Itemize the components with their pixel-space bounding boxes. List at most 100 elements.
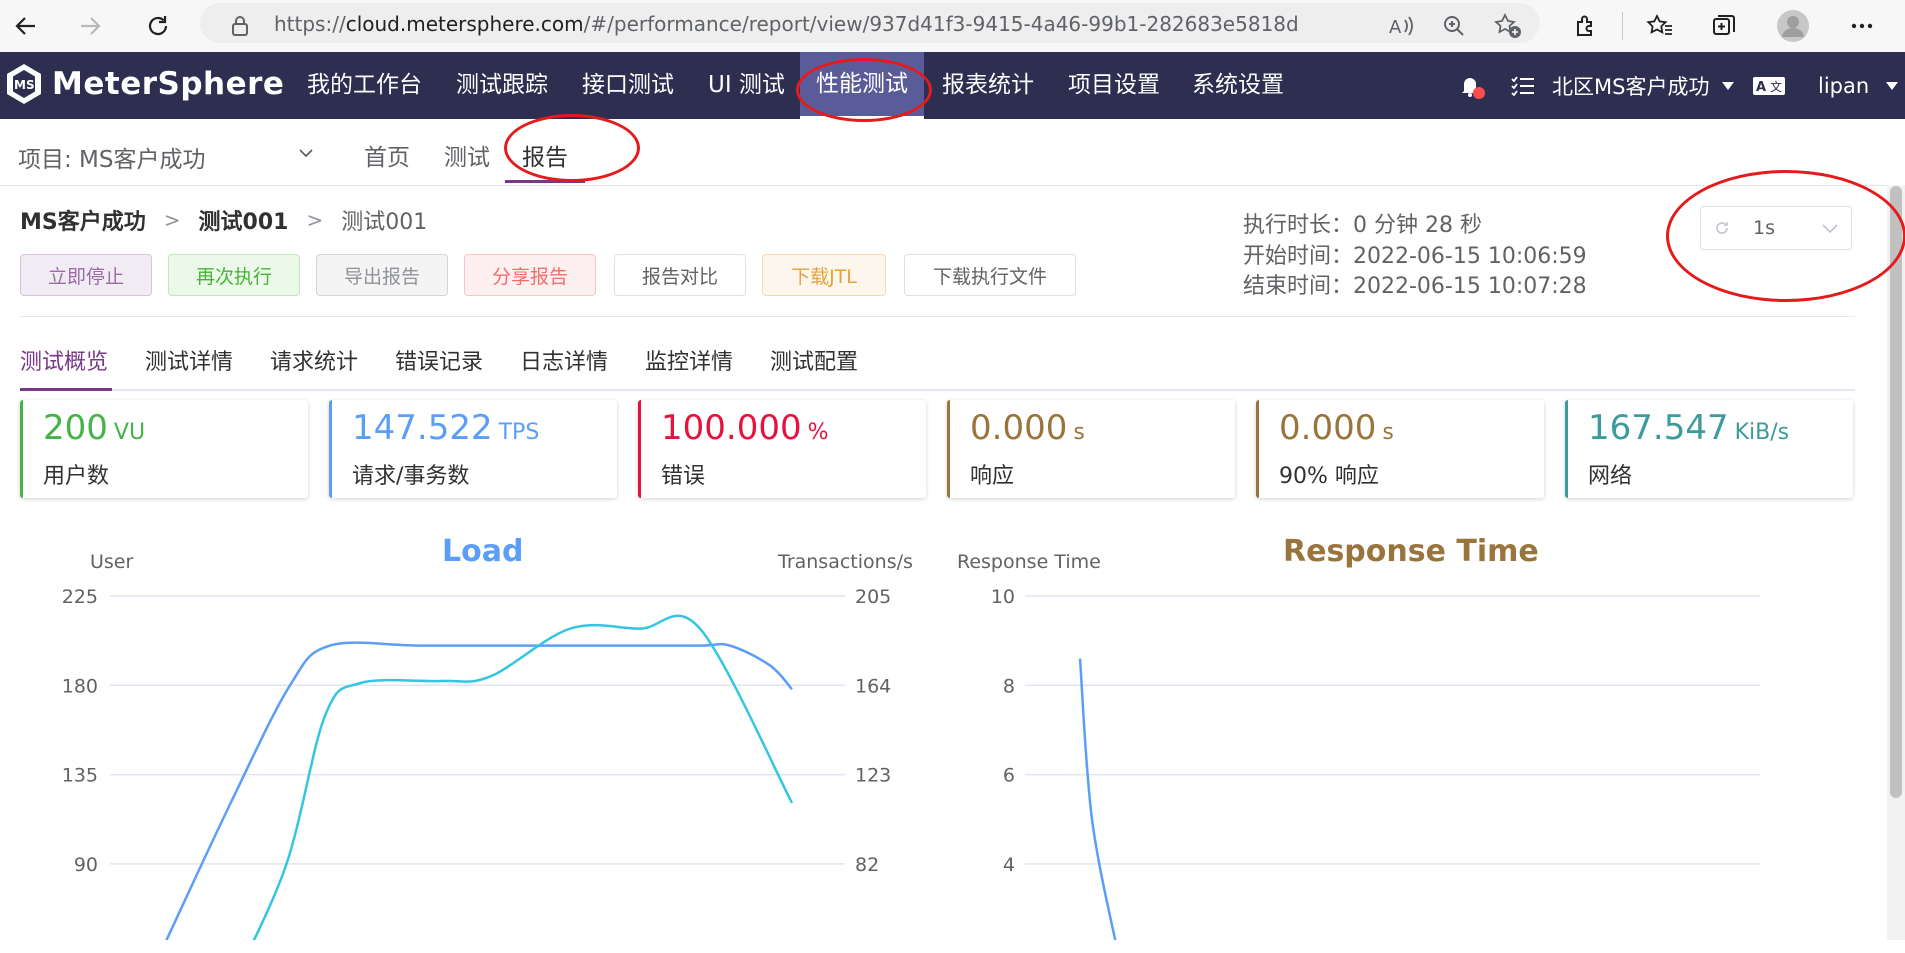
stat-unit: VU bbox=[113, 420, 146, 445]
page-scrollbar-thumb[interactable] bbox=[1890, 186, 1902, 798]
load-chart: 225 205 180 164 135 123 90 82 bbox=[62, 586, 891, 940]
user-name: lipan bbox=[1818, 73, 1870, 98]
stat-label: 请求/事务数 bbox=[352, 464, 470, 489]
tab-active-indicator bbox=[20, 388, 112, 391]
y-right-tick-label: 205 bbox=[855, 586, 891, 608]
tab-test-config[interactable]: 测试配置 bbox=[770, 344, 858, 376]
stat-label: 错误 bbox=[661, 464, 706, 489]
tab-monitor-details[interactable]: 监控详情 bbox=[645, 344, 733, 376]
y-tick-label: 4 bbox=[1003, 854, 1015, 876]
y-right-tick-label: 82 bbox=[855, 854, 879, 876]
y-right-tick-label: 164 bbox=[855, 675, 891, 697]
stop-now-button[interactable]: 立即停止 bbox=[20, 254, 152, 296]
tab-test-overview[interactable]: 测试概览 bbox=[20, 344, 108, 376]
metersphere-logo[interactable]: MS MeterSphere bbox=[4, 62, 284, 106]
menu-workbench[interactable]: 我的工作台 bbox=[291, 52, 438, 119]
menu-api-test[interactable]: 接口测试 bbox=[566, 52, 690, 119]
user-menu[interactable]: lipan bbox=[1818, 52, 1899, 119]
refresh-interval-value: 1s bbox=[1753, 217, 1775, 239]
y-tick-label: 10 bbox=[991, 586, 1015, 608]
header-divider bbox=[20, 316, 1855, 317]
menu-test-track[interactable]: 测试跟踪 bbox=[440, 52, 564, 119]
stat-label: 用户数 bbox=[43, 464, 110, 489]
logo-icon: MS bbox=[7, 64, 41, 104]
refresh-icon bbox=[1716, 222, 1728, 234]
stat-unit: KiB/s bbox=[1734, 420, 1790, 445]
stat-card-p90-response: 0.000 s 90% 响应 bbox=[1256, 400, 1544, 498]
tab-test-details[interactable]: 测试详情 bbox=[145, 344, 233, 376]
subtab-test[interactable]: 测试 bbox=[444, 138, 490, 172]
url-text[interactable]: https://cloud.metersphere.com/#/performa… bbox=[274, 12, 1299, 36]
stat-value: 0.000 bbox=[1279, 408, 1377, 448]
breadcrumb-report: 测试001 bbox=[341, 210, 428, 235]
subtab-report[interactable]: 报告 bbox=[522, 138, 568, 172]
profile-avatar-icon[interactable] bbox=[1775, 8, 1811, 44]
favorite-add-icon[interactable] bbox=[1490, 8, 1526, 44]
more-menu-icon[interactable] bbox=[1844, 8, 1880, 44]
task-list-icon[interactable] bbox=[1510, 52, 1536, 119]
response-chart-title: Response Time bbox=[1283, 534, 1539, 569]
end-time: 结束时间：2022-06-15 10:07:28 bbox=[1243, 274, 1587, 299]
compare-report-button[interactable]: 报告对比 bbox=[614, 254, 746, 296]
stat-unit: s bbox=[1382, 420, 1394, 445]
y-left-tick-label: 180 bbox=[62, 675, 98, 697]
subtab-home[interactable]: 首页 bbox=[364, 138, 410, 172]
series-line-response-time bbox=[1078, 658, 1117, 940]
zoom-icon[interactable] bbox=[1436, 8, 1472, 44]
caret-down-icon bbox=[1722, 81, 1735, 90]
response-y-axis-name: Response Time bbox=[957, 551, 1101, 573]
stat-unit: s bbox=[1073, 420, 1085, 445]
workspace-switcher[interactable]: 北区MS客户成功 bbox=[1552, 52, 1735, 119]
stat-value: 0.000 bbox=[970, 408, 1068, 448]
chevron-down-icon[interactable] bbox=[298, 144, 314, 163]
menu-performance-test[interactable]: 性能测试 bbox=[800, 52, 924, 119]
notification-bell-icon[interactable] bbox=[1456, 52, 1486, 119]
stat-label: 90% 响应 bbox=[1279, 464, 1379, 489]
forward-icon[interactable] bbox=[72, 8, 108, 44]
collections-icon[interactable] bbox=[1706, 8, 1742, 44]
y-tick-label: 8 bbox=[1003, 675, 1015, 697]
read-aloud-icon[interactable]: A bbox=[1384, 8, 1420, 44]
download-exec-files-button[interactable]: 下载执行文件 bbox=[904, 254, 1076, 296]
stat-value: 100.000 bbox=[661, 408, 802, 448]
breadcrumb-project[interactable]: MS客户成功 bbox=[20, 204, 146, 236]
y-left-tick-label: 135 bbox=[62, 765, 98, 787]
refresh-interval-select[interactable]: 1s bbox=[1700, 206, 1852, 250]
y-tick-label: 6 bbox=[1003, 765, 1015, 787]
project-selector[interactable]: 项目: MS客户成功 bbox=[18, 140, 206, 174]
svg-text:文: 文 bbox=[1770, 79, 1782, 94]
tab-request-stats[interactable]: 请求统计 bbox=[270, 344, 358, 376]
lock-icon[interactable] bbox=[222, 8, 258, 44]
logo-text: MeterSphere bbox=[52, 66, 285, 102]
share-report-button[interactable]: 分享报告 bbox=[464, 254, 596, 296]
menu-system-settings[interactable]: 系统设置 bbox=[1176, 52, 1300, 119]
favorites-icon[interactable] bbox=[1642, 8, 1678, 44]
load-y-right-axis-name: Transactions/s bbox=[778, 551, 913, 573]
stat-card-users: 200 VU 用户数 bbox=[20, 400, 308, 498]
stat-card-network: 167.547 KiB/s 网络 bbox=[1565, 400, 1853, 498]
stat-label: 网络 bbox=[1588, 464, 1633, 489]
menu-project-settings[interactable]: 项目设置 bbox=[1052, 52, 1176, 119]
svg-text:MS: MS bbox=[14, 78, 35, 92]
toolbar-divider bbox=[1622, 12, 1623, 40]
reload-icon[interactable] bbox=[140, 8, 176, 44]
breadcrumb-test[interactable]: 测试001 bbox=[199, 204, 289, 236]
breadcrumb: MS客户成功 > 测试001 > 测试001 bbox=[20, 204, 427, 236]
menu-ui-test[interactable]: UI 测试 bbox=[692, 52, 801, 119]
extensions-icon[interactable] bbox=[1568, 8, 1604, 44]
back-icon[interactable] bbox=[8, 8, 44, 44]
breadcrumb-separator-icon: > bbox=[163, 208, 181, 232]
export-report-button[interactable]: 导出报告 bbox=[316, 254, 448, 296]
stat-unit: % bbox=[807, 420, 829, 445]
chevron-down-icon bbox=[1822, 224, 1838, 234]
menu-report-statistics[interactable]: 报表统计 bbox=[926, 52, 1050, 119]
download-jtl-button[interactable]: 下载JTL bbox=[762, 254, 886, 296]
stat-value: 147.522 bbox=[352, 408, 493, 448]
tab-log-details[interactable]: 日志详情 bbox=[520, 344, 608, 376]
language-switch-icon[interactable]: A文 bbox=[1752, 52, 1786, 119]
tab-error-log[interactable]: 错误记录 bbox=[395, 344, 483, 376]
stat-value: 200 bbox=[43, 408, 108, 448]
rerun-button[interactable]: 再次执行 bbox=[168, 254, 300, 296]
stat-unit: TPS bbox=[498, 420, 540, 445]
load-y-left-axis-name: User bbox=[90, 551, 134, 573]
